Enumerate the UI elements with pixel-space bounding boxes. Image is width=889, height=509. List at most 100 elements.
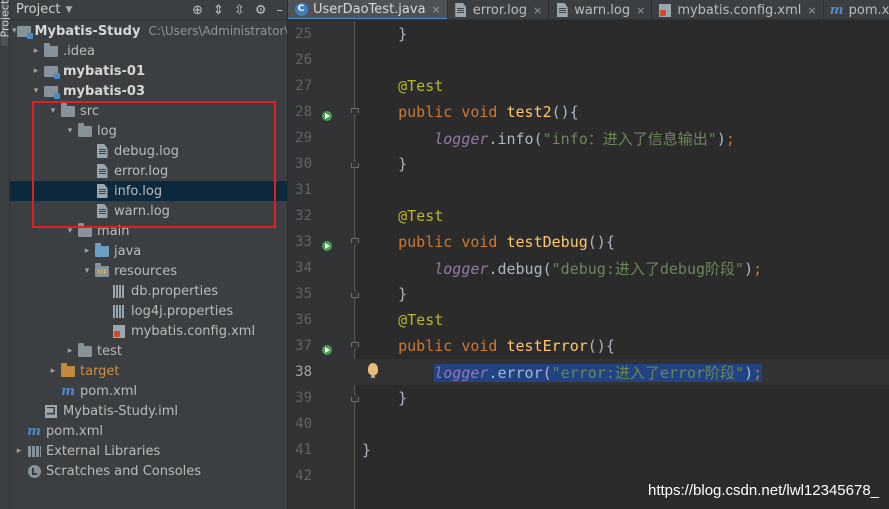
fold-marker-icon[interactable] [351,290,359,298]
code-text: } [362,155,407,173]
tree-item-label: log4j.properties [131,303,234,319]
editor-tab[interactable]: error.log × [448,0,550,19]
code-line[interactable]: 33 public void testDebug(){ [288,229,889,255]
chevron-right-icon[interactable]: ▸ [29,66,43,76]
run-test-icon[interactable] [321,110,335,124]
code-line[interactable]: 32 @Test [288,203,889,229]
tree-item[interactable]: ▸error.log [10,161,287,181]
line-number: 34 [295,260,312,276]
watermark: https://blog.csdn.net/lwl12345678_ [648,482,879,499]
code-line[interactable]: 41} [288,437,889,463]
fold-marker-icon[interactable] [351,342,359,350]
editor-tab[interactable]: mpom.xml (N [824,0,889,19]
tree-item[interactable]: ▸log4j.properties [10,301,287,321]
code-line[interactable]: 30 } [288,151,889,177]
hide-icon[interactable]: – [277,3,284,18]
editor-tab[interactable]: warn.log × [549,0,653,19]
chevron-down-icon[interactable]: ▾ [29,86,43,96]
line-number: 38 [295,364,312,380]
code-line[interactable]: 26 [288,47,889,73]
chevron-right-icon[interactable]: ▸ [63,346,77,356]
chevron-down-icon[interactable]: ▾ [46,106,60,116]
tree-item[interactable]: ▸ java [10,241,287,261]
resources-folder-icon [94,262,110,278]
close-tab-icon[interactable]: × [432,3,441,16]
chevron-right-icon[interactable]: ▸ [29,46,43,56]
code-token: ) [716,129,726,148]
line-number: 28 [295,104,312,120]
code-text: logger.info("info：进入了信息输出"); [362,128,735,149]
chevron-down-icon[interactable]: ▾ [80,266,94,276]
project-view-selector[interactable]: Project [16,2,60,17]
code-area[interactable]: 25 } 26 27 @Test 28 public void test2(){29 … [288,21,889,489]
fold-marker-icon[interactable] [351,108,359,116]
code-line[interactable]: 36 @Test [288,307,889,333]
tree-item[interactable]: ▸mpom.xml [10,421,287,441]
tree-item[interactable]: ▸info.log [10,181,287,201]
fold-marker-icon[interactable] [351,394,359,402]
tree-item[interactable]: ▸ External Libraries [10,441,287,461]
close-tab-icon[interactable]: × [636,4,645,17]
code-line[interactable]: 29 logger.info("info：进入了信息输出"); [288,125,889,151]
tree-item[interactable]: ▸debug.log [10,141,287,161]
fold-marker-icon[interactable] [351,238,359,246]
chevron-right-icon[interactable]: ▸ [80,246,94,256]
tree-item[interactable]: ▸ test [10,341,287,361]
code-line[interactable]: 38 logger.error("error:进入了error阶段"); [288,359,889,385]
tree-item[interactable]: ▾ src [10,101,287,121]
text-file-icon [94,144,110,158]
gear-icon[interactable]: ⚙ [255,3,267,18]
tree-item[interactable]: ▾ resources [10,261,287,281]
tree-item[interactable]: ▾ Mybatis-Study C:\Users\Administrator\Id [10,21,287,41]
close-tab-icon[interactable]: × [533,4,542,17]
tree-item-label: warn.log [114,203,170,219]
scratches-icon [26,464,42,478]
tree-item-label: test [97,343,122,359]
close-tab-icon[interactable]: × [807,4,816,17]
tree-item[interactable]: ▾ main [10,221,287,241]
code-text: public void testDebug(){ [362,233,615,251]
line-number: 27 [295,78,312,94]
code-line[interactable]: 40 [288,411,889,437]
tree-item[interactable]: ▾ mybatis-03 [10,81,287,101]
excluded-folder-icon [60,362,76,378]
fold-marker-icon[interactable] [351,160,359,168]
tree-item[interactable]: ▸warn.log [10,201,287,221]
code-line[interactable]: 27 @Test [288,73,889,99]
chevron-down-icon[interactable]: ▾ [63,226,77,236]
code-line[interactable]: 25 } [288,21,889,47]
tree-item[interactable]: ▸Mybatis-Study.iml [10,401,287,421]
code-text: public void test2(){ [362,103,579,121]
globe-icon[interactable]: ⊕ [192,3,203,18]
tree-item-label: java [114,243,142,259]
chevron-right-icon[interactable]: ▸ [12,446,26,456]
line-number: 33 [295,234,312,250]
code-line[interactable]: 39 } [288,385,889,411]
editor-tab[interactable]: C UserDaoTest.java × [288,0,448,19]
run-test-icon[interactable] [321,240,335,254]
iml-file-icon [43,404,59,418]
line-number: 30 [295,156,312,172]
editor-tab[interactable]: mybatis.config.xml × [652,0,824,19]
tree-item[interactable]: ▸Scratches and Consoles [10,461,287,481]
tree-item[interactable]: ▸mybatis.config.xml [10,321,287,341]
tree-item[interactable]: ▸ target [10,361,287,381]
tree-item[interactable]: ▸ mybatis-01 [10,61,287,81]
run-test-icon[interactable] [321,344,335,358]
tree-item[interactable]: ▸ .idea [10,41,287,61]
collapse-icon[interactable]: ⇕ [213,3,224,18]
code-line[interactable]: 28 public void test2(){ [288,99,889,125]
code-line[interactable]: 34 logger.debug("debug:进入了debug阶段"); [288,255,889,281]
class-icon: C [294,2,308,16]
tree-item[interactable]: ▸db.properties [10,281,287,301]
chevron-down-icon[interactable]: ▾ [63,126,77,136]
tree-item-label: main [97,223,130,239]
chevron-down-icon[interactable]: ▼ [65,5,72,15]
code-line[interactable]: 37 public void testError(){ [288,333,889,359]
code-line[interactable]: 31 [288,177,889,203]
chevron-right-icon[interactable]: ▸ [46,366,60,376]
expand-icon[interactable]: ⇳ [234,3,245,18]
tree-item[interactable]: ▸mpom.xml [10,381,287,401]
tree-item[interactable]: ▾ log [10,121,287,141]
code-line[interactable]: 35 } [288,281,889,307]
